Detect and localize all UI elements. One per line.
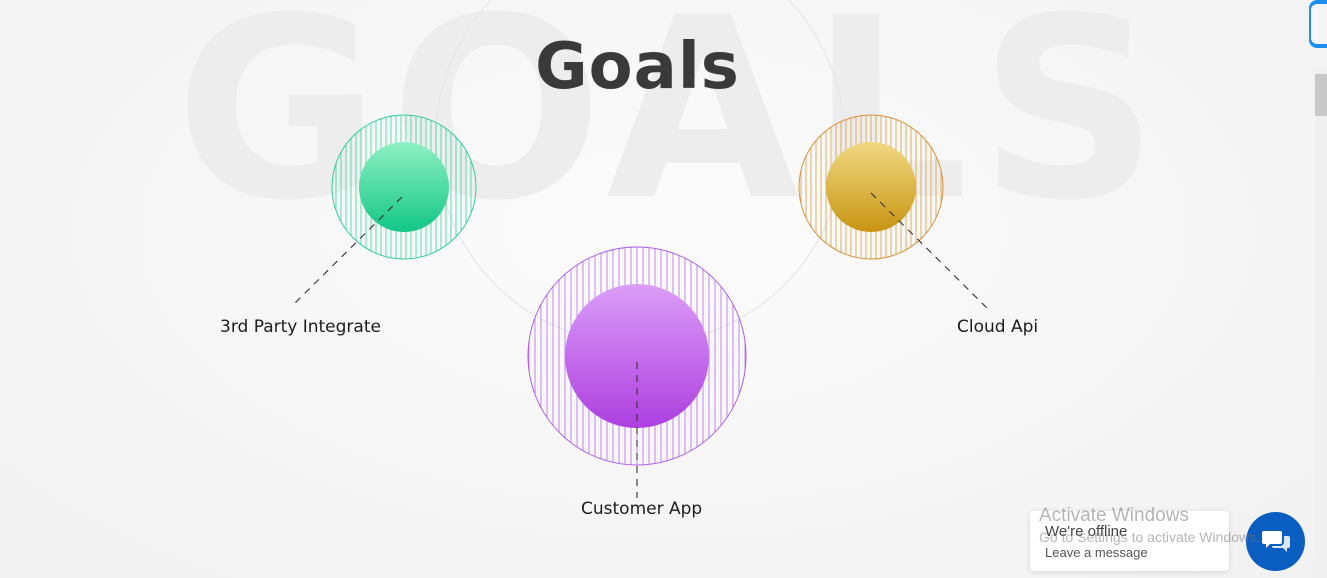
scrollbar-track[interactable] [1315,70,1327,578]
chat-launcher-button[interactable] [1246,512,1305,571]
chat-status-text: We're offline [1045,523,1128,540]
goal-node-customer-app [527,246,747,498]
goal-core-cloud-api [826,142,916,232]
goal-label-customer-app: Customer App [581,499,703,519]
chat-offline-bubble[interactable]: We're offline Leave a message [1030,511,1229,571]
chat-bubbles-icon [1261,530,1290,552]
goals-diagram [294,114,988,498]
goal-node-3rd-party [294,114,477,304]
goal-core-3rd-party [359,142,449,232]
goal-label-3rd-party: 3rd Party Integrate [220,317,381,337]
leave-message-link[interactable]: Leave a message [1045,545,1148,560]
goal-label-cloud-api: Cloud Api [957,317,1039,337]
goal-node-cloud-api [798,114,988,309]
scrollbar-thumb[interactable] [1315,74,1327,116]
side-tab[interactable] [1309,0,1327,48]
